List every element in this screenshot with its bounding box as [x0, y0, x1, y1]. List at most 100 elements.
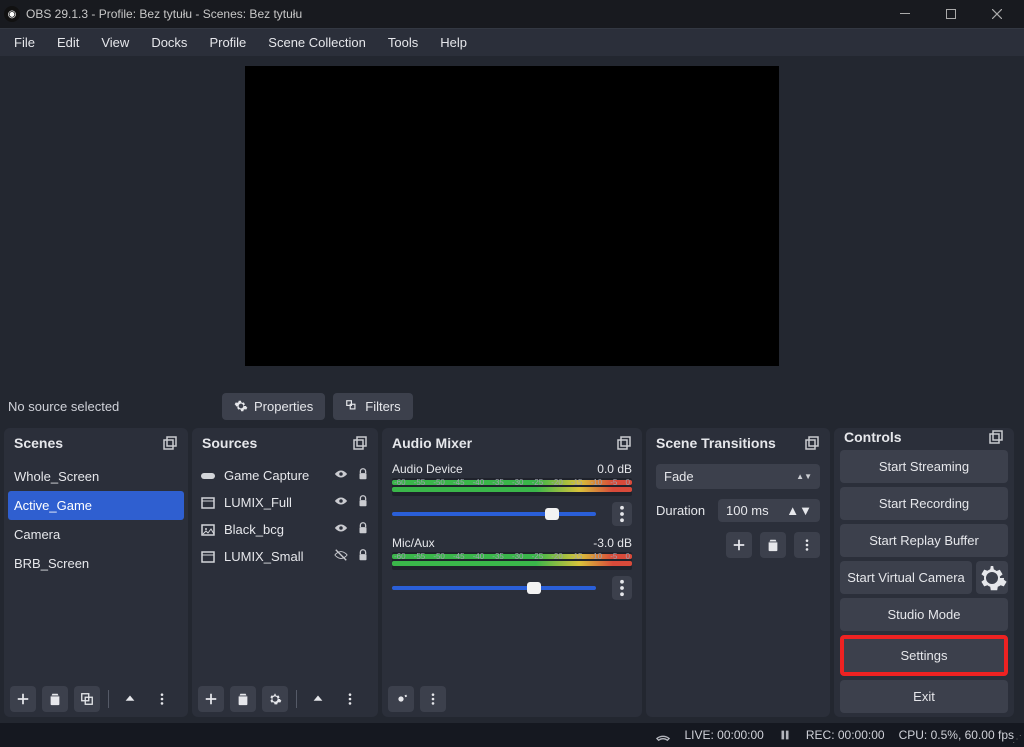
virtual-camera-settings-button[interactable]	[976, 561, 1008, 594]
duration-label: Duration	[656, 503, 712, 518]
window-icon	[200, 549, 216, 565]
minimize-button[interactable]	[882, 0, 928, 28]
visibility-toggle[interactable]	[334, 548, 348, 565]
menu-profile[interactable]: Profile	[199, 31, 256, 54]
updown-icon: ▲▼	[796, 472, 812, 481]
network-icon	[656, 728, 670, 742]
scene-filter-button[interactable]	[74, 686, 100, 712]
gamepad-icon	[200, 468, 216, 484]
audio-mixer-dock: Audio Mixer Audio Device0.0 dB -60-55-50…	[382, 428, 642, 717]
scene-up-button[interactable]	[117, 686, 143, 712]
transitions-title: Scene Transitions	[656, 435, 776, 451]
volume-slider[interactable]	[392, 512, 596, 516]
channel-name: Audio Device	[392, 462, 463, 476]
menu-view[interactable]: View	[91, 31, 139, 54]
transition-add-button[interactable]	[726, 532, 752, 558]
menu-tools[interactable]: Tools	[378, 31, 428, 54]
start-replay-button[interactable]: Start Replay Buffer	[840, 524, 1008, 557]
rec-label: REC: 00:00:00	[806, 728, 885, 742]
properties-button[interactable]: Properties	[222, 393, 325, 420]
visibility-toggle[interactable]	[334, 494, 348, 511]
source-row[interactable]: LUMIX_Full	[192, 489, 378, 516]
source-label: LUMIX_Small	[224, 549, 326, 564]
mixer-menu-button[interactable]	[420, 686, 446, 712]
mixer-advanced-button[interactable]	[388, 686, 414, 712]
window-title: OBS 29.1.3 - Profile: Bez tytułu - Scene…	[26, 7, 302, 21]
visibility-toggle[interactable]	[334, 521, 348, 538]
source-properties-button[interactable]	[262, 686, 288, 712]
menu-help[interactable]: Help	[430, 31, 477, 54]
menu-edit[interactable]: Edit	[47, 31, 89, 54]
scene-more-button[interactable]	[149, 686, 175, 712]
source-add-button[interactable]	[198, 686, 224, 712]
channel-db: -3.0 dB	[593, 536, 632, 550]
menu-scene-collection[interactable]: Scene Collection	[258, 31, 376, 54]
studio-mode-button[interactable]: Studio Mode	[840, 598, 1008, 631]
controls-title: Controls	[844, 429, 902, 445]
scene-item[interactable]: Whole_Screen	[4, 462, 188, 491]
sources-title: Sources	[202, 435, 257, 451]
source-toolbar: No source selected Properties Filters	[0, 384, 1024, 428]
source-row[interactable]: LUMIX_Small	[192, 543, 378, 570]
source-label: Game Capture	[224, 468, 326, 483]
volume-slider[interactable]	[392, 586, 596, 590]
source-row[interactable]: Game Capture	[192, 462, 378, 489]
popout-icon[interactable]	[162, 435, 178, 451]
scene-remove-button[interactable]	[42, 686, 68, 712]
channel-db: 0.0 dB	[597, 462, 632, 476]
scene-add-button[interactable]	[10, 686, 36, 712]
popout-icon[interactable]	[988, 429, 1004, 445]
lock-toggle[interactable]	[356, 494, 370, 511]
window-titlebar: ◉ OBS 29.1.3 - Profile: Bez tytułu - Sce…	[0, 0, 1024, 28]
start-recording-button[interactable]: Start Recording	[840, 487, 1008, 520]
audio-meter: -60-55-50-45-40-35-30-25-20-15-10-50	[392, 478, 632, 496]
popout-icon[interactable]	[616, 435, 632, 451]
transition-select[interactable]: Fade ▲▼	[656, 464, 820, 489]
popout-icon[interactable]	[804, 435, 820, 451]
preview-canvas[interactable]	[245, 66, 779, 366]
transitions-dock: Scene Transitions Fade ▲▼ Duration 100 m…	[646, 428, 830, 717]
source-up-button[interactable]	[305, 686, 331, 712]
source-label: LUMIX_Full	[224, 495, 326, 510]
source-label: Black_bcg	[224, 522, 326, 537]
resize-grip-icon[interactable]: ⋰	[1012, 734, 1022, 745]
filter-icon	[345, 399, 359, 413]
window-icon	[200, 495, 216, 511]
status-bar: LIVE: 00:00:00 REC: 00:00:00 CPU: 0.5%, …	[0, 723, 1024, 747]
source-remove-button[interactable]	[230, 686, 256, 712]
scenes-list[interactable]: Whole_ScreenActive_GameCameraBRB_Screen	[4, 458, 188, 681]
channel-menu-button[interactable]	[612, 576, 632, 600]
settings-button[interactable]: Settings	[844, 639, 1004, 672]
start-virtual-camera-button[interactable]: Start Virtual Camera	[840, 561, 972, 594]
menu-bar: File Edit View Docks Profile Scene Colle…	[0, 28, 1024, 56]
channel-name: Mic/Aux	[392, 536, 435, 550]
transition-menu-button[interactable]	[794, 532, 820, 558]
sources-list[interactable]: Game Capture LUMIX_Full Black_bcg LUMIX_…	[192, 458, 378, 681]
lock-toggle[interactable]	[356, 467, 370, 484]
visibility-toggle[interactable]	[334, 467, 348, 484]
scene-item[interactable]: Active_Game	[8, 491, 184, 520]
preview-area	[0, 56, 1024, 384]
scenes-dock: Scenes Whole_ScreenActive_GameCameraBRB_…	[4, 428, 188, 717]
duration-spinner[interactable]: 100 ms ▲▼	[718, 499, 820, 522]
lock-toggle[interactable]	[356, 521, 370, 538]
scene-item[interactable]: Camera	[4, 520, 188, 549]
scene-item[interactable]: BRB_Screen	[4, 549, 188, 578]
maximize-button[interactable]	[928, 0, 974, 28]
channel-menu-button[interactable]	[612, 502, 632, 526]
filters-button[interactable]: Filters	[333, 393, 412, 420]
exit-button[interactable]: Exit	[840, 680, 1008, 713]
start-streaming-button[interactable]: Start Streaming	[840, 450, 1008, 483]
image-icon	[200, 522, 216, 538]
popout-icon[interactable]	[352, 435, 368, 451]
scenes-title: Scenes	[14, 435, 63, 451]
transition-remove-button[interactable]	[760, 532, 786, 558]
menu-docks[interactable]: Docks	[141, 31, 197, 54]
menu-file[interactable]: File	[4, 31, 45, 54]
lock-toggle[interactable]	[356, 548, 370, 565]
gear-icon	[234, 399, 248, 413]
gear-icon	[976, 562, 1008, 594]
source-more-button[interactable]	[337, 686, 363, 712]
source-row[interactable]: Black_bcg	[192, 516, 378, 543]
close-button[interactable]	[974, 0, 1020, 28]
